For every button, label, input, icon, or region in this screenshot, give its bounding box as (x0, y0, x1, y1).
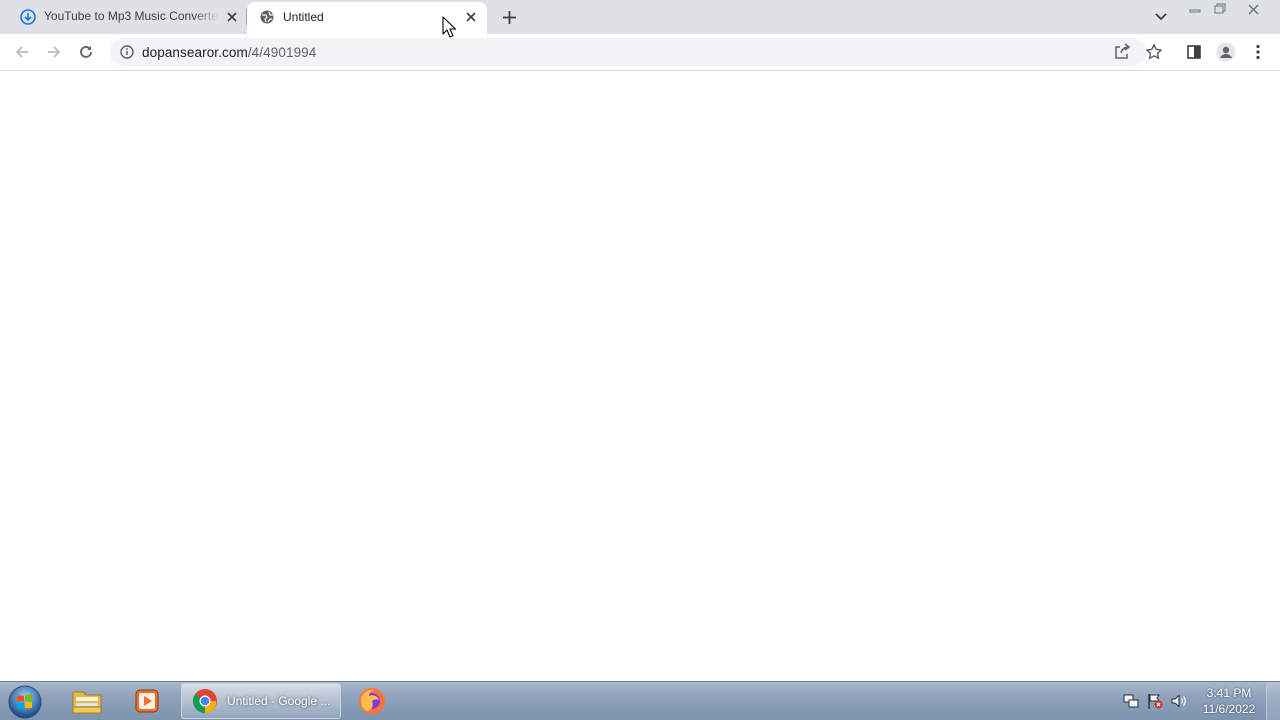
folder-icon (72, 691, 102, 714)
clock-date: 11/6/2022 (1202, 702, 1256, 716)
close-tab-icon[interactable] (224, 9, 240, 25)
url-path: /4/4901994 (247, 45, 317, 60)
start-button[interactable] (6, 683, 44, 720)
chrome-icon (193, 689, 217, 713)
media-player-icon (135, 689, 159, 713)
show-desktop-button[interactable] (1266, 682, 1280, 720)
tab-youtube-mp3[interactable]: YouTube to Mp3 Music Converter (0, 0, 247, 34)
chevron-down-icon (1155, 13, 1167, 21)
download-cloud-icon (20, 9, 36, 25)
reload-button[interactable] (75, 41, 97, 63)
side-panel-button[interactable] (1183, 41, 1205, 63)
bookmark-star-icon[interactable] (1145, 43, 1163, 61)
address-bar[interactable]: dopansearor.com/4/4901994 (110, 38, 1162, 66)
arrow-right-icon (48, 46, 61, 58)
taskbar: Untitled - Google ... 3:41 PM 11/6/2022 (0, 681, 1280, 720)
tab-strip: YouTube to Mp3 Music Converter Untitled (0, 0, 1280, 34)
arrow-left-icon (15, 46, 28, 58)
taskbar-media-player-button[interactable] (130, 685, 164, 717)
action-center-flag-icon[interactable] (1147, 693, 1163, 709)
windows-orb-icon (8, 685, 42, 718)
page-content[interactable] (0, 71, 1280, 681)
minimize-button[interactable] (1184, 1, 1206, 17)
menu-button[interactable] (1247, 41, 1269, 63)
taskbar-explorer-button[interactable] (70, 685, 104, 717)
globe-icon (260, 10, 274, 24)
window-close-button[interactable] (1242, 1, 1264, 17)
taskbar-firefox-button[interactable] (355, 685, 389, 717)
volume-icon[interactable] (1171, 693, 1187, 709)
avatar-icon (1216, 42, 1236, 62)
kebab-menu-icon (1256, 44, 1260, 60)
url-text[interactable]: dopansearor.com/4/4901994 (142, 45, 316, 60)
tab-title: YouTube to Mp3 Music Converter (44, 9, 219, 23)
mouse-cursor-icon (442, 16, 456, 38)
taskbar-clock[interactable]: 3:41 PM 11/6/2022 (1196, 685, 1262, 717)
new-tab-button[interactable] (500, 8, 518, 26)
tab-search-button[interactable] (1152, 8, 1170, 26)
side-panel-icon (1187, 45, 1201, 59)
taskbar-chrome-label: Untitled - Google ... (227, 694, 331, 708)
taskbar-chrome-button[interactable]: Untitled - Google ... (181, 683, 341, 719)
reload-icon (80, 46, 92, 58)
forward-button[interactable] (43, 41, 65, 63)
browser-toolbar: dopansearor.com/4/4901994 (0, 34, 1280, 71)
firefox-icon (359, 688, 385, 714)
profile-button[interactable] (1215, 41, 1237, 63)
tab-title: Untitled (283, 10, 324, 24)
restore-button[interactable] (1209, 1, 1231, 17)
share-icon[interactable] (1113, 43, 1131, 61)
site-info-icon[interactable] (119, 44, 135, 60)
close-tab-icon[interactable] (463, 9, 479, 25)
url-host: dopansearor.com (142, 45, 248, 60)
network-icon[interactable] (1123, 693, 1139, 709)
clock-time: 3:41 PM (1206, 686, 1252, 700)
back-button[interactable] (11, 41, 33, 63)
